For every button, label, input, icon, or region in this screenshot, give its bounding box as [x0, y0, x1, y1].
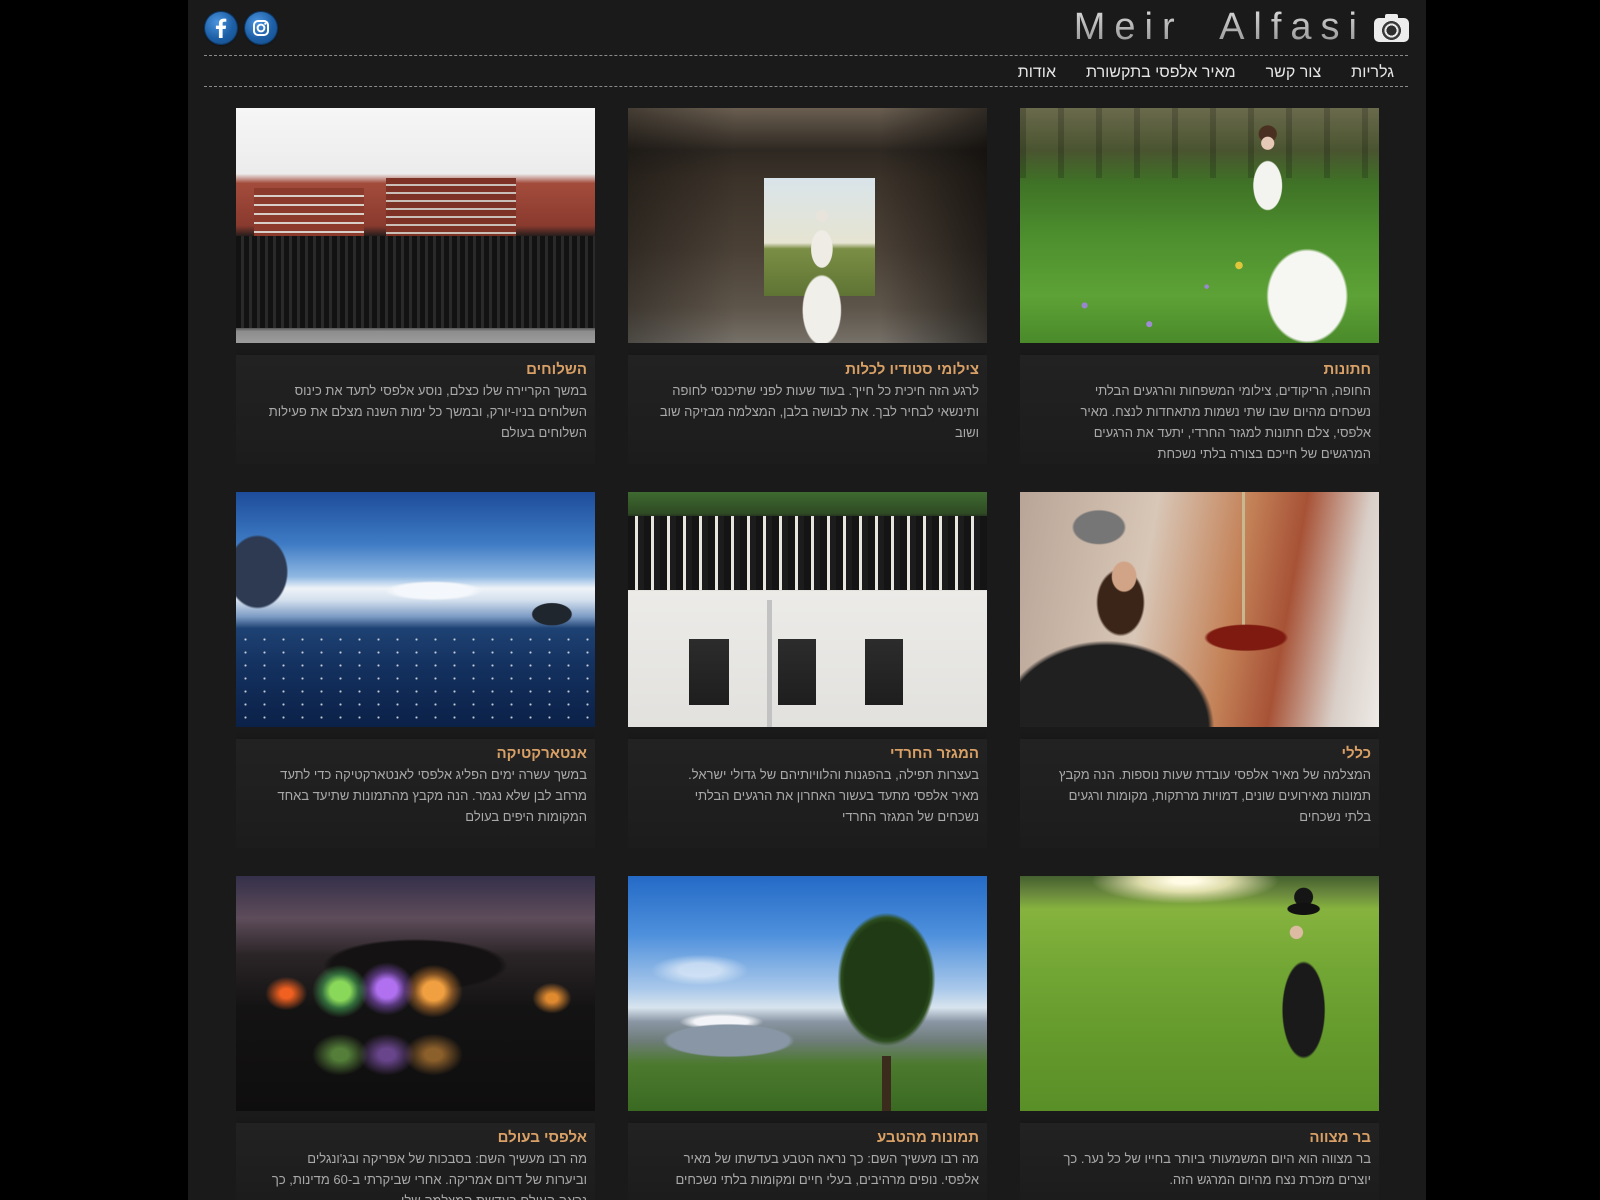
gallery-photo-weddings[interactable]: [1020, 108, 1379, 343]
nav-item-media[interactable]: מאיר אלפסי בתקשורת: [1086, 62, 1236, 84]
gallery-caption: צילומי סטודיו לכלות לרגע הזה חיכית כל חי…: [628, 355, 987, 464]
gallery-grid: חתונות החופה, הריקודים, צילומי המשפחות ו…: [236, 108, 1379, 1200]
gallery-photo-antarctica[interactable]: [236, 492, 595, 727]
gallery-card-bridal-studio: צילומי סטודיו לכלות לרגע הזה חיכית כל חי…: [628, 108, 987, 464]
gallery-title-weddings[interactable]: חתונות: [1050, 360, 1371, 380]
gallery-caption: תמונות מהטבע מה רבו מעשיך השם: כך נראה ה…: [628, 1123, 987, 1200]
nav-item-about[interactable]: אודות: [1018, 62, 1056, 84]
gallery-card-antarctica: אנטארקטיקה במשך עשרה ימים הפליג אלפסי לא…: [236, 492, 595, 848]
camera-icon[interactable]: [1374, 13, 1409, 42]
gallery-title-nature[interactable]: תמונות מהטבע: [658, 1128, 979, 1148]
gallery-card-weddings: חתונות החופה, הריקודים, צילומי המשפחות ו…: [1020, 108, 1379, 464]
gallery-description-nature: מה רבו מעשיך השם: כך נראה הטבע בעדשתו של…: [675, 1151, 979, 1187]
gallery-card-nature: תמונות מהטבע מה רבו מעשיך השם: כך נראה ה…: [628, 876, 987, 1200]
gallery-photo-world[interactable]: [236, 876, 595, 1111]
gallery-description-bar-mitzvah: בר מצווה הוא היום המשמעותי ביותר בחייו ש…: [1063, 1151, 1371, 1187]
gallery-caption: חתונות החופה, הריקודים, צילומי המשפחות ו…: [1020, 355, 1379, 464]
gallery-card-haredi: המגזר החרדי בעצרות תפילה, בהפגנות והלווי…: [628, 492, 987, 848]
gallery-title-haredi[interactable]: המגזר החרדי: [658, 744, 979, 764]
gallery-caption: השלוחים במשך הקריירה שלו כצלם, נוסע אלפס…: [236, 355, 595, 464]
nav-item-galleries[interactable]: גלריות: [1351, 62, 1394, 84]
gallery-title-antarctica[interactable]: אנטארקטיקה: [266, 744, 588, 764]
gallery-photo-haredi[interactable]: [628, 492, 987, 727]
gallery-description-weddings: החופה, הריקודים, צילומי המשפחות והרגעים …: [1080, 383, 1371, 461]
gallery-description-general: המצלמה של מאיר אלפסי עובדת שעות נוספות. …: [1058, 767, 1371, 824]
gallery-caption: המגזר החרדי בעצרות תפילה, בהפגנות והלווי…: [628, 739, 987, 848]
gallery-title-shluchim[interactable]: השלוחים: [266, 360, 587, 380]
gallery-photo-shluchim[interactable]: [236, 108, 595, 343]
gallery-caption: אלפסי בעולם מה רבו מעשיך השם: בסבכות של …: [236, 1123, 595, 1200]
page-panel: Meir Alfasi גלריות צור קשר מאיר אלפסי בת…: [188, 0, 1426, 1200]
gallery-title-world[interactable]: אלפסי בעולם: [266, 1128, 587, 1148]
gallery-title-general[interactable]: כללי: [1050, 744, 1371, 764]
instagram-icon[interactable]: [245, 12, 277, 44]
nav-item-contact[interactable]: צור קשר: [1266, 62, 1322, 84]
gallery-photo-bar-mitzvah[interactable]: [1020, 876, 1379, 1111]
gallery-title-bridal-studio[interactable]: צילומי סטודיו לכלות: [658, 360, 979, 380]
gallery-description-shluchim: במשך הקריירה שלו כצלם, נוסע אלפסי לתעד א…: [268, 383, 587, 440]
gallery-description-antarctica: במשך עשרה ימים הפליג אלפסי לאנטארקטיקה כ…: [277, 767, 587, 824]
gallery-description-world: מה רבו מעשיך השם: בסבכות של אפריקה ובג'ו…: [271, 1151, 587, 1200]
camera-icon-body: [1374, 18, 1409, 42]
gallery-description-bridal-studio: לרגע הזה חיכית כל חייך. בעוד שעות לפני ש…: [659, 383, 979, 440]
gallery-photo-general[interactable]: [1020, 492, 1379, 727]
gallery-photo-bridal-studio[interactable]: [628, 108, 987, 343]
gallery-caption: כללי המצלמה של מאיר אלפסי עובדת שעות נוס…: [1020, 739, 1379, 848]
gallery-caption: אנטארקטיקה במשך עשרה ימים הפליג אלפסי לא…: [236, 739, 595, 848]
main-nav: גלריות צור קשר מאיר אלפסי בתקשורת אודות: [1018, 62, 1394, 84]
header-divider-bottom: [204, 86, 1408, 87]
gallery-title-bar-mitzvah[interactable]: בר מצווה: [1050, 1128, 1371, 1148]
gallery-photo-nature[interactable]: [628, 876, 987, 1111]
gallery-card-shluchim: השלוחים במשך הקריירה שלו כצלם, נוסע אלפס…: [236, 108, 595, 464]
gallery-card-world: אלפסי בעולם מה רבו מעשיך השם: בסבכות של …: [236, 876, 595, 1200]
gallery-card-general: כללי המצלמה של מאיר אלפסי עובדת שעות נוס…: [1020, 492, 1379, 848]
header-divider-top: [204, 55, 1408, 56]
gallery-card-bar-mitzvah: בר מצווה בר מצווה הוא היום המשמעותי ביות…: [1020, 876, 1379, 1200]
site-logo[interactable]: Meir Alfasi: [1074, 4, 1366, 50]
gallery-description-haredi: בעצרות תפילה, בהפגנות והלוויותיהם של גדו…: [688, 767, 979, 824]
facebook-icon[interactable]: [205, 12, 237, 44]
gallery-caption: בר מצווה בר מצווה הוא היום המשמעותי ביות…: [1020, 1123, 1379, 1200]
